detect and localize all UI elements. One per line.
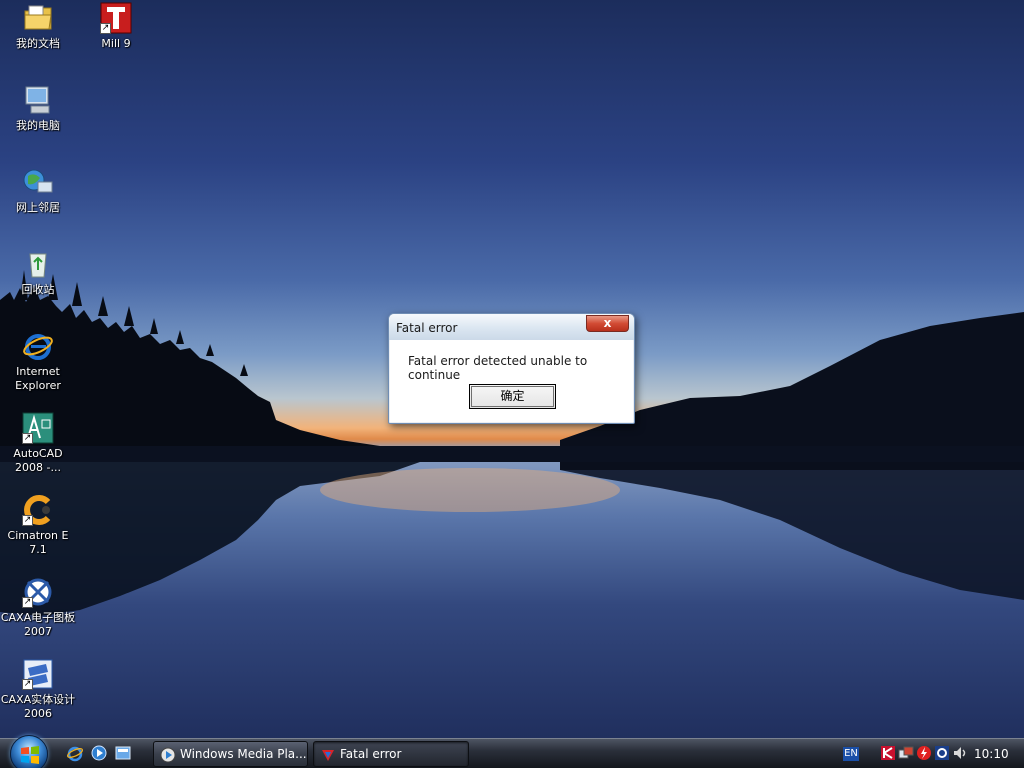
- desktop-icon-caxa-drafting[interactable]: ↗ CAXA电子图板2007: [0, 576, 76, 639]
- antivirus-icon[interactable]: [880, 745, 896, 761]
- ok-button[interactable]: 确定: [469, 384, 556, 409]
- caxa-drafting-icon: ↗: [22, 576, 54, 608]
- taskbar: Windows Media Pla... Fatal error EN 10:1…: [0, 735, 1024, 768]
- audio-device-icon[interactable]: [934, 745, 950, 761]
- start-button[interactable]: [10, 735, 48, 768]
- shortcut-arrow-icon: ↗: [100, 23, 111, 34]
- caxa-solid-icon: ↗: [22, 658, 54, 690]
- desktop-icon-label: 我的文档: [16, 37, 60, 50]
- dialog-body: Fatal error detected unable to continue …: [390, 340, 633, 422]
- my-documents-icon: [22, 2, 54, 34]
- taskbar-item-label: Fatal error: [340, 747, 402, 761]
- desktop-icon-mill9[interactable]: ↗ Mill 9: [78, 2, 154, 51]
- quick-launch-bar: [66, 744, 132, 764]
- taskbar-item-media-player[interactable]: Windows Media Pla...: [153, 741, 308, 767]
- dialog-titlebar[interactable]: Fatal error x: [389, 314, 634, 340]
- close-icon: x: [603, 316, 612, 330]
- network-status-icon[interactable]: [898, 745, 914, 761]
- mill9-icon: ↗: [100, 2, 132, 34]
- volume-icon[interactable]: [952, 745, 968, 761]
- desktop-icon-autocad[interactable]: ↗ AutoCAD 2008 -...: [0, 412, 76, 475]
- desktop-icon-label: Internet Explorer: [15, 365, 61, 392]
- shortcut-arrow-icon: ↗: [22, 679, 33, 690]
- fatal-error-dialog: Fatal error x Fatal error detected unabl…: [388, 313, 635, 424]
- desktop-icon-my-computer[interactable]: 我的电脑: [0, 84, 76, 133]
- language-indicator[interactable]: EN: [843, 747, 859, 761]
- autocad-icon: ↗: [22, 412, 54, 444]
- flash-icon[interactable]: [916, 745, 932, 761]
- shortcut-arrow-icon: ↗: [22, 597, 33, 608]
- close-button[interactable]: x: [586, 315, 629, 332]
- taskbar-item-fatal-error[interactable]: Fatal error: [313, 741, 469, 767]
- desktop-icon-label: 我的电脑: [16, 119, 60, 132]
- desktop-icon-label: Cimatron E 7.1: [7, 529, 69, 556]
- shortcut-arrow-icon: ↗: [22, 433, 33, 444]
- desktop-icon-label: CAXA电子图板2007: [0, 611, 76, 638]
- system-tray: [880, 745, 968, 761]
- dialog-title: Fatal error: [396, 321, 458, 335]
- desktop-icon-my-documents[interactable]: 我的文档: [0, 2, 76, 51]
- desktop-icon-network[interactable]: 网上邻居: [0, 166, 76, 215]
- desktop-icon-internet-explorer[interactable]: Internet Explorer: [0, 330, 76, 393]
- my-computer-icon: [22, 84, 54, 116]
- desktop-icon-cimatron[interactable]: ↗ Cimatron E 7.1: [0, 494, 76, 557]
- taskbar-item-label: Windows Media Pla...: [180, 747, 307, 761]
- desktop-icon-caxa-solid[interactable]: ↗ CAXA实体设计2006: [0, 658, 76, 721]
- network-places-icon: [22, 166, 54, 198]
- media-player-icon[interactable]: [90, 744, 108, 762]
- internet-explorer-icon: [22, 330, 54, 362]
- shortcut-arrow-icon: ↗: [22, 515, 33, 526]
- desktop-icon-label: Mill 9: [101, 37, 131, 50]
- media-player-icon: [160, 747, 176, 763]
- desktop-icon-label: 回收站: [21, 283, 55, 296]
- clock[interactable]: 10:10: [974, 747, 1009, 761]
- show-desktop-icon[interactable]: [114, 744, 132, 762]
- desktop-icon-label: 网上邻居: [16, 201, 60, 214]
- error-message: Fatal error detected unable to continue: [408, 354, 588, 382]
- desktop-icon-label: CAXA实体设计2006: [0, 693, 76, 720]
- recycle-bin-icon: [22, 248, 54, 280]
- windows-logo-icon: [21, 746, 39, 764]
- desktop-icon-recycle-bin[interactable]: 回收站: [0, 248, 76, 297]
- app-icon: [320, 747, 336, 763]
- desktop-icon-label: AutoCAD 2008 -...: [13, 447, 63, 474]
- cimatron-icon: ↗: [22, 494, 54, 526]
- internet-explorer-icon[interactable]: [66, 744, 84, 762]
